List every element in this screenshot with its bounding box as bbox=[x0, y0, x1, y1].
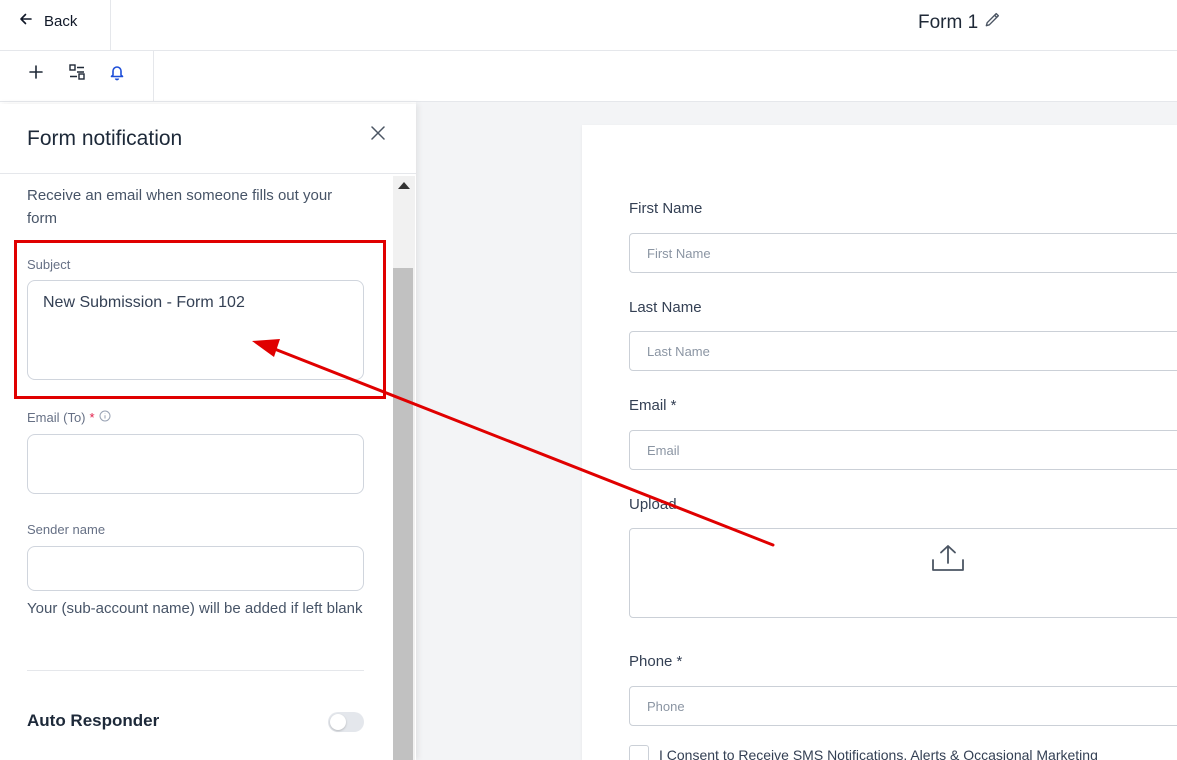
info-icon[interactable] bbox=[99, 410, 111, 425]
auto-responder-toggle[interactable] bbox=[328, 712, 364, 732]
sender-help-text: Your (sub-account name) will be added if… bbox=[27, 600, 363, 617]
sender-name-label: Sender name bbox=[27, 522, 106, 537]
auto-responder-label: Auto Responder bbox=[27, 711, 160, 730]
topbar-divider bbox=[110, 0, 111, 51]
phone-label: Phone * bbox=[629, 653, 683, 670]
editor-toolbar bbox=[0, 51, 1177, 102]
scrollbar-thumb[interactable] bbox=[393, 268, 413, 760]
scroll-up-arrow-icon[interactable] bbox=[398, 182, 410, 189]
first-name-placeholder: First Name bbox=[647, 245, 711, 261]
first-name-label: First Name bbox=[629, 200, 703, 217]
phone-input[interactable]: Phone bbox=[629, 686, 1177, 726]
panel-title: Form notification bbox=[27, 127, 183, 150]
phone-placeholder: Phone bbox=[647, 698, 685, 714]
close-icon bbox=[370, 126, 386, 145]
form-title[interactable]: Form 1 bbox=[918, 11, 1001, 34]
top-bar: Back Form 1 bbox=[0, 0, 1177, 51]
email-to-label: Email (To) * bbox=[27, 410, 111, 425]
first-name-input[interactable]: First Name bbox=[629, 233, 1177, 273]
sender-name-input[interactable] bbox=[27, 546, 364, 591]
bell-icon bbox=[108, 63, 126, 86]
required-star: * bbox=[89, 410, 95, 425]
add-element-button[interactable] bbox=[26, 64, 46, 84]
section-divider bbox=[27, 670, 364, 671]
form-notification-panel: Form notification Receive an email when … bbox=[0, 104, 416, 760]
panel-header: Form notification bbox=[0, 104, 416, 174]
layout-icon bbox=[68, 63, 86, 86]
arrow-left-icon bbox=[18, 11, 34, 31]
subject-label: Subject bbox=[27, 257, 71, 272]
email-input[interactable]: Email bbox=[629, 430, 1177, 470]
panel-description: Receive an email when someone fills out … bbox=[27, 187, 333, 227]
toolbar-divider bbox=[153, 51, 154, 102]
last-name-placeholder: Last Name bbox=[647, 343, 710, 359]
email-placeholder: Email bbox=[647, 442, 680, 458]
pencil-icon[interactable] bbox=[984, 11, 1001, 34]
back-label: Back bbox=[44, 12, 78, 30]
panel-scrollbar[interactable] bbox=[393, 176, 415, 760]
last-name-label: Last Name bbox=[629, 299, 702, 316]
plus-icon bbox=[27, 63, 45, 86]
consent-text: I Consent to Receive SMS Notifications, … bbox=[659, 747, 1098, 760]
close-button[interactable] bbox=[370, 125, 388, 143]
subject-textarea[interactable]: New Submission - Form 102 bbox=[27, 280, 364, 380]
upload-icon bbox=[932, 545, 964, 571]
back-button[interactable]: Back bbox=[18, 10, 77, 32]
email-to-input[interactable] bbox=[27, 434, 364, 494]
notification-button[interactable] bbox=[107, 64, 127, 84]
email-to-label-text: Email (To) bbox=[27, 410, 86, 425]
form-title-text: Form 1 bbox=[918, 11, 979, 33]
email-label: Email * bbox=[629, 397, 677, 414]
upload-label: Upload bbox=[629, 496, 677, 513]
last-name-input[interactable]: Last Name bbox=[629, 331, 1177, 371]
toggle-knob bbox=[330, 714, 346, 730]
upload-dropzone[interactable] bbox=[629, 528, 1177, 618]
layout-button[interactable] bbox=[67, 63, 87, 86]
consent-checkbox[interactable] bbox=[629, 745, 649, 760]
